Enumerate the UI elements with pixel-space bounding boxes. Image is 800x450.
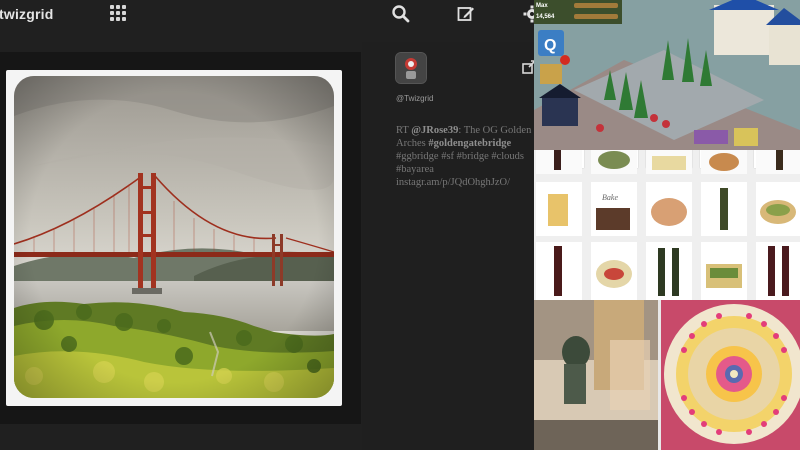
svg-text:Bake: Bake: [602, 193, 618, 202]
tweet-mention[interactable]: @JRose39: [411, 125, 458, 136]
golden-gate-photo: [14, 76, 334, 398]
search-icon[interactable]: [391, 4, 411, 24]
hud-max-label: Max: [536, 3, 548, 9]
food-grid: Bake: [536, 150, 800, 300]
grid-icon[interactable]: [110, 5, 126, 21]
tweet-link[interactable]: instagr.am/p/JQdOhghJzO/: [396, 177, 510, 188]
compose-icon[interactable]: [456, 4, 476, 24]
avatar[interactable]: [395, 52, 427, 84]
twizgrid-app: twizgrid @Twizgrid RT @JRose39: The OG G…: [0, 0, 534, 450]
tweet-prefix: RT: [396, 125, 412, 136]
game-hud: Max 14,564: [534, 0, 622, 24]
food-grid-screenshot[interactable]: Bake: [534, 150, 800, 300]
arcade-screenshot[interactable]: [534, 300, 800, 450]
hud-max-bar: [574, 3, 618, 8]
hud-coins: 14,564: [536, 14, 555, 20]
tweet-sidebar: @Twizgrid RT @JRose39: The OG Golden Arc…: [362, 42, 534, 450]
tweet-hashtag[interactable]: #goldengatebridge: [428, 138, 511, 149]
tweet-text: RT @JRose39: The OG Golden Arches #golde…: [396, 124, 534, 189]
app-title[interactable]: twizgrid: [0, 6, 53, 22]
hud-coins-bar: [574, 14, 618, 19]
tweet-handle[interactable]: @Twizgrid: [396, 94, 433, 103]
tweet-photo-panel: [0, 52, 361, 424]
screenshot-collage: Q Max 14,564 Bake: [534, 0, 800, 450]
top-toolbar: twizgrid: [0, 0, 534, 30]
arcade-scene: [534, 300, 800, 450]
share-icon[interactable]: [522, 60, 534, 74]
svg-text:Q: Q: [544, 37, 556, 54]
tweet-hashtags[interactable]: #ggbridge #sf #bridge #clouds #bayarea: [396, 151, 524, 175]
gear-icon[interactable]: [522, 4, 534, 24]
avatar-icon: [396, 53, 426, 83]
photo-card[interactable]: [6, 70, 342, 406]
game-screenshot[interactable]: Q Max 14,564: [534, 0, 800, 150]
